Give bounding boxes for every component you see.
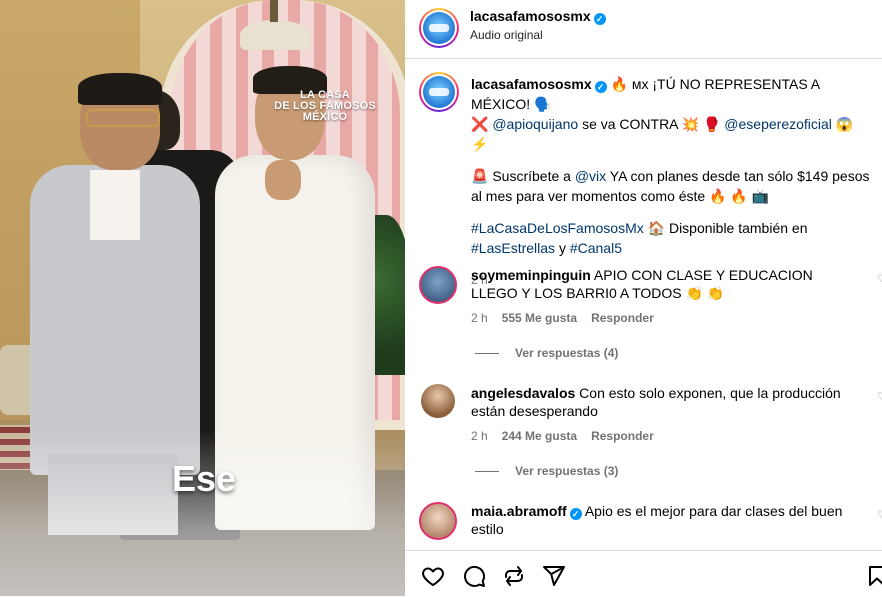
view-replies-button[interactable]: Ver respuestas (3)	[475, 464, 618, 478]
action-bar	[405, 550, 882, 597]
mention-link[interactable]: @eseperezoficial	[724, 116, 832, 132]
header-username[interactable]: lacasafamososmx	[470, 8, 591, 24]
caption-line2-mid: se va CONTRA 💥 🥊	[582, 116, 721, 132]
verified-badge-icon: ✓	[569, 508, 582, 520]
hashtag-link[interactable]: #Canal5	[570, 240, 622, 256]
comment-username[interactable]: maia.abramoff	[471, 503, 567, 519]
hashtag-link[interactable]: #LasEstrellas	[471, 240, 555, 256]
view-replies-label: Ver respuestas (4)	[515, 346, 619, 360]
verified-badge-icon: ✓	[593, 13, 606, 25]
mention-link[interactable]: @vix	[575, 168, 606, 184]
comment-username[interactable]: angelesdavalos	[471, 385, 575, 401]
comment-avatar[interactable]	[419, 502, 457, 540]
caption-para3-mid: 🏠 Disponible también en	[647, 220, 808, 236]
comment-meta: 2 h 244 Me gusta Responder	[471, 429, 654, 443]
video-caption: Ese	[172, 458, 237, 499]
comment-username[interactable]: soymeminpinguin	[471, 267, 591, 283]
hashtag-link[interactable]: #LaCasaDeLosFamososMx	[471, 220, 644, 236]
post-panel: lacasafamososmx ✓ Audio original lacasafa…	[405, 0, 882, 596]
comment-text: angelesdavalos Con esto solo exponen, qu…	[471, 384, 856, 420]
comment-likes[interactable]: 555 Me gusta	[502, 311, 577, 325]
caption-para2-pre: 🚨 Suscríbete a	[471, 168, 571, 184]
view-replies-button[interactable]: Ver respuestas (4)	[475, 346, 618, 360]
caption-avatar[interactable]	[419, 72, 459, 112]
comment-meta: 2 h 555 Me gusta Responder	[471, 311, 654, 325]
heart-icon[interactable]	[421, 564, 445, 588]
replies-line	[475, 353, 499, 355]
share-icon[interactable]	[542, 564, 566, 588]
show-watermark-logo: LA CASA DE LOS FAMOSOS MÉXICO	[270, 90, 380, 123]
show-logo-line: MÉXICO	[302, 111, 348, 123]
account-avatar[interactable]	[419, 8, 459, 48]
caption-x-emoji: ❌	[471, 116, 489, 132]
header-username-row[interactable]: lacasafamososmx ✓	[470, 8, 606, 25]
comment-icon[interactable]	[462, 564, 486, 588]
post-header: lacasafamososmx ✓ Audio original	[405, 0, 882, 59]
comment-time[interactable]: 2 h	[471, 311, 488, 325]
verified-badge-icon: ✓	[594, 81, 607, 93]
view-replies-label: Ver respuestas (3)	[515, 464, 619, 478]
bookmark-icon[interactable]	[865, 564, 882, 588]
comment-time[interactable]: 2 h	[471, 429, 488, 443]
repost-icon[interactable]	[502, 564, 526, 588]
comment-like-icon[interactable]: ♡	[877, 390, 882, 403]
ceiling-lamp	[240, 0, 310, 50]
caption-username[interactable]: lacasafamososmx	[471, 76, 592, 92]
comment-text: soymeminpinguin APIO CON CLASE Y EDUCACI…	[471, 266, 856, 302]
comment-avatar[interactable]	[419, 266, 457, 304]
caption-para3-y: y	[558, 240, 566, 256]
reply-button[interactable]: Responder	[591, 429, 654, 443]
comment-text: maia.abramoff ✓ Apio es el mejor para dar…	[471, 502, 856, 538]
audio-label[interactable]: Audio original	[470, 28, 543, 42]
comment-likes[interactable]: 244 Me gusta	[502, 429, 577, 443]
video-player[interactable]: LA CASA DE LOS FAMOSOS MÉXICO Ese	[0, 0, 405, 596]
comment-like-icon[interactable]: ♡	[877, 272, 882, 285]
comment-like-icon[interactable]: ♡	[877, 508, 882, 521]
video-fade	[0, 430, 405, 596]
mention-link[interactable]: @apioquijano	[492, 116, 578, 132]
replies-line	[475, 471, 499, 473]
reply-button[interactable]: Responder	[591, 311, 654, 325]
caption-text: lacasafamososmx ✓ 🔥 ᴍx ¡TÚ NO REPRESENTAS…	[471, 74, 871, 290]
comment-avatar[interactable]	[421, 384, 455, 418]
